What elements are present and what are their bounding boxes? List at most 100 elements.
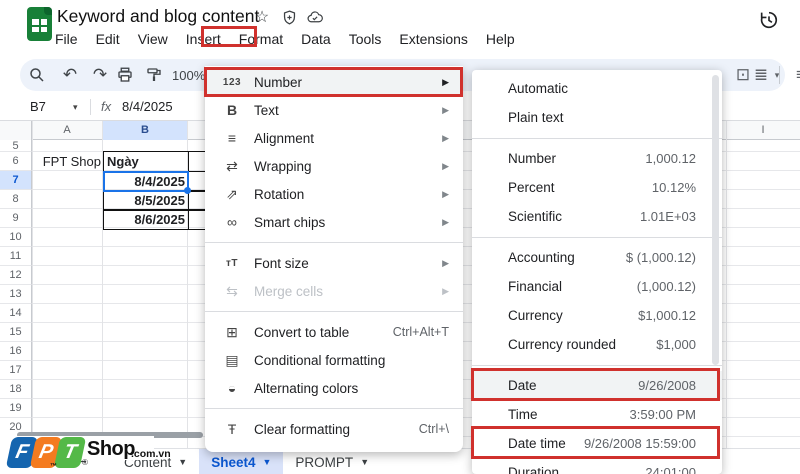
cell-b8[interactable]: 8/5/2025 (104, 192, 185, 210)
shield-approval-icon[interactable] (281, 9, 299, 27)
row-header-15[interactable]: 15 (0, 323, 32, 342)
format-menu-item-text[interactable]: B Text ▶ (205, 96, 463, 124)
zoom-level-select[interactable]: 100% (172, 68, 205, 83)
fptshop-watermark: F P T ™ ® Shop .com.vn (0, 434, 171, 474)
submenu-scrollbar[interactable] (712, 75, 719, 365)
menu-item-label: Accounting (508, 250, 575, 265)
row-header-7[interactable]: 7 (0, 171, 32, 190)
dropdown-icon[interactable]: ▾ (765, 63, 789, 87)
row-header-10[interactable]: 10 (0, 228, 32, 247)
row-header-17[interactable]: 17 (0, 361, 32, 380)
menu-item-example: (1,000.12) (636, 279, 696, 294)
number-menu-item-currency[interactable]: Currency $1,000.12 (472, 301, 722, 330)
menu-item-label: Plain text (508, 110, 564, 125)
row-header-12[interactable]: 12 (0, 266, 32, 285)
menubar-item-edit[interactable]: Edit (87, 29, 129, 50)
align-icon[interactable]: ≡ (789, 63, 800, 87)
row-header-8[interactable]: 8 (0, 190, 32, 209)
formula-input[interactable]: 8/4/2025 (122, 99, 173, 114)
number-menu-item-scientific[interactable]: Scientific 1.01E+03 (472, 202, 722, 231)
cell-b9[interactable]: 8/6/2025 (104, 211, 185, 229)
name-box-dropdown-icon[interactable]: ▾ (73, 102, 78, 113)
format-menu-item-conditional-formatting[interactable]: ▤ Conditional formatting (205, 346, 463, 374)
number-menu-item-date[interactable]: Date 9/26/2008 (472, 371, 722, 400)
undo-icon[interactable]: ↶ (58, 63, 82, 87)
sheet-tab-dropdown-icon[interactable]: ▼ (360, 457, 369, 467)
menu-item-shortcut: Ctrl+\ (418, 422, 449, 436)
sheet-tab-dropdown-icon[interactable]: ▼ (178, 457, 187, 467)
menu-item-shortcut: Ctrl+Alt+T (392, 325, 449, 339)
row-header-5[interactable]: 5 (0, 140, 32, 152)
row-header-14[interactable]: 14 (0, 304, 32, 323)
row-header-9[interactable]: 9 (0, 209, 32, 228)
menu-item-example: $ (1,000.12) (625, 250, 696, 265)
redo-icon[interactable]: ↷ (88, 63, 112, 87)
sheet-tab-prompt[interactable]: PROMPT ▼ (283, 449, 381, 474)
menubar-item-tools[interactable]: Tools (340, 29, 391, 50)
name-box[interactable]: B7 (30, 99, 46, 114)
number-menu-item-automatic[interactable]: Automatic (472, 74, 722, 103)
cloud-saved-icon[interactable] (306, 9, 324, 27)
format-menu-item-clear-formatting[interactable]: Ŧ Clear formatting Ctrl+\ (205, 415, 463, 443)
wrapping-icon: ⇄ (226, 157, 238, 174)
number-submenu: Automatic Plain text Number 1,000.12 Percent… (472, 70, 722, 474)
menu-item-label: Currency rounded (508, 337, 617, 352)
column-header-a[interactable]: A (32, 121, 102, 140)
watermark-domain-text: .com.vn (131, 448, 171, 460)
number-menu-item-duration[interactable]: Duration 24:01:00 (472, 458, 722, 474)
menubar-item-insert[interactable]: Insert (177, 29, 230, 50)
row-header-16[interactable]: 16 (0, 342, 32, 361)
format-menu-item-number[interactable]: 123 Number ▶ (205, 68, 463, 96)
number-menu-item-number[interactable]: Number 1,000.12 (472, 144, 722, 173)
format-menu-item-alternating-colors[interactable]: ◒ Alternating colors (205, 374, 463, 402)
number-menu-item-currency-rounded[interactable]: Currency rounded $1,000 (472, 330, 722, 359)
menubar-item-help[interactable]: Help (477, 29, 524, 50)
row-header-11[interactable]: 11 (0, 247, 32, 266)
number-menu-item-plain-text[interactable]: Plain text (472, 103, 722, 132)
sheet-tab-dropdown-icon[interactable]: ▼ (263, 457, 272, 467)
number-format-icon: 123 (222, 76, 242, 88)
row-header-19[interactable]: 19 (0, 399, 32, 418)
search-icon[interactable] (28, 63, 52, 87)
menubar-item-view[interactable]: View (129, 29, 177, 50)
menubar-item-file[interactable]: File (46, 29, 87, 50)
star-icon[interactable]: ☆ (253, 9, 271, 27)
sheet-tab-label: PROMPT (295, 454, 354, 470)
print-icon[interactable] (116, 63, 140, 87)
column-header-i[interactable]: I (726, 121, 800, 140)
number-menu-item-financial[interactable]: Financial (1,000.12) (472, 272, 722, 301)
document-title[interactable]: Keyword and blog content (57, 6, 259, 27)
toolbar-divider (779, 66, 780, 84)
menu-item-example: 10.12% (651, 180, 696, 195)
paint-format-icon[interactable] (145, 63, 169, 87)
format-menu-item-smart-chips[interactable]: ∞ Smart chips ▶ (205, 208, 463, 236)
menu-item-label: Currency (508, 308, 563, 323)
format-menu-item-alignment[interactable]: ≡ Alignment ▶ (205, 124, 463, 152)
row-header-18[interactable]: 18 (0, 380, 32, 399)
menu-item-label: Smart chips (254, 214, 326, 230)
cell-a6[interactable]: FPT Shop (33, 153, 101, 171)
number-menu-item-time[interactable]: Time 3:59:00 PM (472, 400, 722, 429)
menubar-item-format[interactable]: Format (230, 29, 292, 50)
column-header-b[interactable]: B (103, 121, 187, 140)
row-header-6[interactable]: 6 (0, 152, 32, 171)
menu-item-example: 9/26/2008 (638, 378, 696, 393)
alternating-colors-icon: ◒ (227, 380, 237, 396)
number-menu-item-percent[interactable]: Percent 10.12% (472, 173, 722, 202)
fill-handle[interactable] (184, 187, 191, 194)
format-menu-item-font-size[interactable]: тT Font size ▶ (205, 249, 463, 277)
select-all-corner[interactable] (0, 121, 32, 140)
menu-item-label: Font size (254, 255, 309, 271)
cell-b6[interactable]: Ngày (107, 153, 187, 171)
row-header-13[interactable]: 13 (0, 285, 32, 304)
menubar-item-data[interactable]: Data (292, 29, 340, 50)
menu-item-label: Merge cells (254, 283, 324, 299)
menubar-item-extensions[interactable]: Extensions (390, 29, 476, 50)
format-menu-item-wrapping[interactable]: ⇄ Wrapping ▶ (205, 152, 463, 180)
format-menu-item-convert-to-table[interactable]: ⊞ Convert to table Ctrl+Alt+T (205, 318, 463, 346)
number-menu-item-date-time[interactable]: Date time 9/26/2008 15:59:00 (472, 429, 722, 458)
format-menu-item-rotation[interactable]: ⇗ Rotation ▶ (205, 180, 463, 208)
number-menu-item-accounting[interactable]: Accounting $ (1,000.12) (472, 243, 722, 272)
sheet-tab-sheet4[interactable]: Sheet4 ▼ (199, 449, 284, 474)
version-history-icon[interactable] (758, 9, 780, 31)
